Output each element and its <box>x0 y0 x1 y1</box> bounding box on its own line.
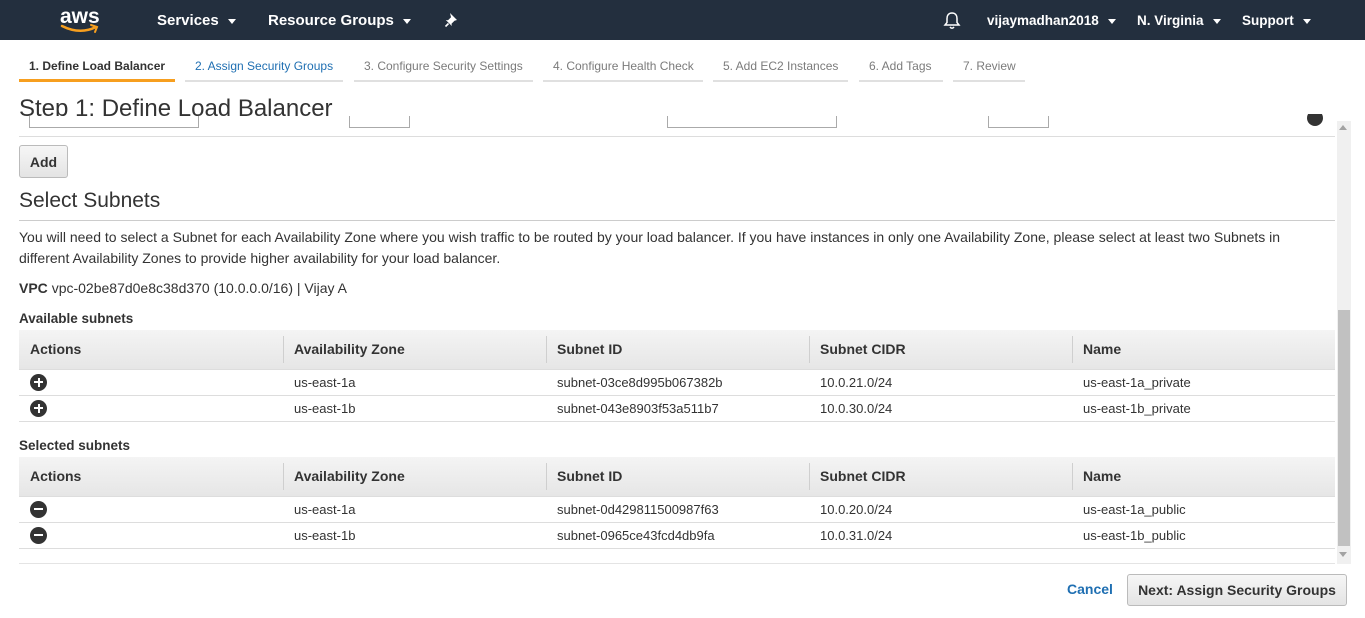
services-menu[interactable]: Services <box>157 0 236 40</box>
tab-define-load-balancer[interactable]: 1. Define Load Balancer <box>19 52 175 82</box>
scrollbar-thumb[interactable] <box>1338 310 1350 546</box>
services-label: Services <box>157 11 219 29</box>
scroll-down-icon[interactable] <box>1339 552 1347 557</box>
bell-icon <box>943 11 961 29</box>
top-nav: aws Services Resource Groups vijaymadhan… <box>0 0 1365 40</box>
column-header[interactable]: Name <box>1072 330 1335 370</box>
notifications-button[interactable] <box>943 0 961 40</box>
chevron-down-icon <box>402 18 411 24</box>
pin-icon <box>444 13 457 28</box>
user-menu[interactable]: vijaymadhan2018 <box>987 0 1116 40</box>
subnets-description: You will need to select a Subnet for eac… <box>19 229 1281 266</box>
column-header[interactable]: Availability Zone <box>283 330 546 370</box>
table-row: us-east-1b subnet-0965ce43fcd4db9fa 10.0… <box>19 522 1335 549</box>
subnet-id-cell: subnet-03ce8d995b067382b <box>546 369 809 396</box>
tab-configure-security-settings[interactable]: 3. Configure Security Settings <box>354 52 533 82</box>
chevron-down-icon <box>1107 18 1116 24</box>
vpc-value: vpc-02be87d0e8c38d370 (10.0.0.0/16) | Vi… <box>51 280 347 296</box>
instance-port-field[interactable] <box>988 116 1049 128</box>
subnet-cidr-cell: 10.0.30.0/24 <box>809 395 1072 422</box>
subnet-id-cell: subnet-043e8903f53a511b7 <box>546 395 809 422</box>
footer-divider <box>19 563 1335 564</box>
table-row: us-east-1a subnet-0d429811500987f63 10.0… <box>19 496 1335 523</box>
subnet-name-cell: us-east-1b_public <box>1072 522 1335 549</box>
username-label: vijaymadhan2018 <box>987 12 1099 28</box>
vpc-label: VPC <box>19 280 48 296</box>
availability-zone-cell: us-east-1a <box>283 496 546 523</box>
add-subnet-icon[interactable] <box>30 373 47 391</box>
column-header[interactable]: Subnet ID <box>546 457 809 497</box>
aws-logo[interactable]: aws <box>60 5 102 35</box>
table-row: us-east-1b subnet-043e8903f53a511b7 10.0… <box>19 395 1335 422</box>
column-header: Actions <box>19 457 283 497</box>
subnet-cidr-cell: 10.0.21.0/24 <box>809 369 1072 396</box>
next-assign-security-groups-button[interactable]: Next: Assign Security Groups <box>1127 574 1347 606</box>
table-header-row: Actions Availability Zone Subnet ID Subn… <box>19 457 1335 497</box>
column-header[interactable]: Subnet CIDR <box>809 330 1072 370</box>
chevron-down-icon <box>227 18 236 24</box>
region-label: N. Virginia <box>1137 12 1204 28</box>
add-subnet-icon[interactable] <box>30 399 47 417</box>
availability-zone-cell: us-east-1b <box>283 522 546 549</box>
remove-subnet-icon[interactable] <box>30 526 47 544</box>
listener-protocol-field[interactable] <box>29 116 199 128</box>
region-menu[interactable]: N. Virginia <box>1137 0 1221 40</box>
tab-add-ec2-instances[interactable]: 5. Add EC2 Instances <box>713 52 848 82</box>
tab-configure-health-check[interactable]: 4. Configure Health Check <box>543 52 703 82</box>
subnet-name-cell: us-east-1a_private <box>1072 369 1335 396</box>
subnet-id-cell: subnet-0965ce43fcd4db9fa <box>546 522 809 549</box>
resource-groups-menu[interactable]: Resource Groups <box>268 0 411 40</box>
chevron-down-icon <box>1302 18 1311 24</box>
subnet-cidr-cell: 10.0.20.0/24 <box>809 496 1072 523</box>
chevron-down-icon <box>1212 18 1221 24</box>
column-header[interactable]: Subnet CIDR <box>809 457 1072 497</box>
column-header[interactable]: Name <box>1072 457 1335 497</box>
selected-subnets-heading: Selected subnets <box>19 438 131 453</box>
pin-button[interactable] <box>444 0 460 40</box>
column-header[interactable]: Availability Zone <box>283 457 546 497</box>
listener-port-field[interactable] <box>349 116 410 128</box>
column-header[interactable]: Subnet ID <box>546 330 809 370</box>
support-menu[interactable]: Support <box>1242 0 1311 40</box>
subnet-name-cell: us-east-1a_public <box>1072 496 1335 523</box>
tab-assign-security-groups[interactable]: 2. Assign Security Groups <box>185 52 343 82</box>
scroll-up-icon[interactable] <box>1339 125 1347 130</box>
instance-protocol-field[interactable] <box>667 116 837 128</box>
vpc-info: VPC vpc-02be87d0e8c38d370 (10.0.0.0/16) … <box>19 280 347 296</box>
available-subnets-table: Actions Availability Zone Subnet ID Subn… <box>19 330 1335 422</box>
column-header: Actions <box>19 330 283 370</box>
tab-review[interactable]: 7. Review <box>953 52 1025 82</box>
selected-subnets-table: Actions Availability Zone Subnet ID Subn… <box>19 457 1335 549</box>
availability-zone-cell: us-east-1a <box>283 369 546 396</box>
resource-groups-label: Resource Groups <box>268 11 394 29</box>
subnet-id-cell: subnet-0d429811500987f63 <box>546 496 809 523</box>
availability-zone-cell: us-east-1b <box>283 395 546 422</box>
table-header-row: Actions Availability Zone Subnet ID Subn… <box>19 330 1335 370</box>
title-divider <box>19 136 1335 137</box>
table-row: us-east-1a subnet-03ce8d995b067382b 10.0… <box>19 369 1335 396</box>
remove-listener-icon[interactable] <box>1307 114 1323 126</box>
subnet-cidr-cell: 10.0.31.0/24 <box>809 522 1072 549</box>
select-subnets-heading: Select Subnets <box>19 189 161 212</box>
add-listener-button[interactable]: Add <box>19 145 68 178</box>
aws-smile-icon <box>60 24 99 33</box>
cancel-link[interactable]: Cancel <box>1067 581 1113 597</box>
available-subnets-heading: Available subnets <box>19 311 134 326</box>
subnet-name-cell: us-east-1b_private <box>1072 395 1335 422</box>
section-divider <box>19 220 1335 221</box>
remove-subnet-icon[interactable] <box>30 500 47 518</box>
support-label: Support <box>1242 12 1294 28</box>
tab-add-tags[interactable]: 6. Add Tags <box>859 52 943 82</box>
